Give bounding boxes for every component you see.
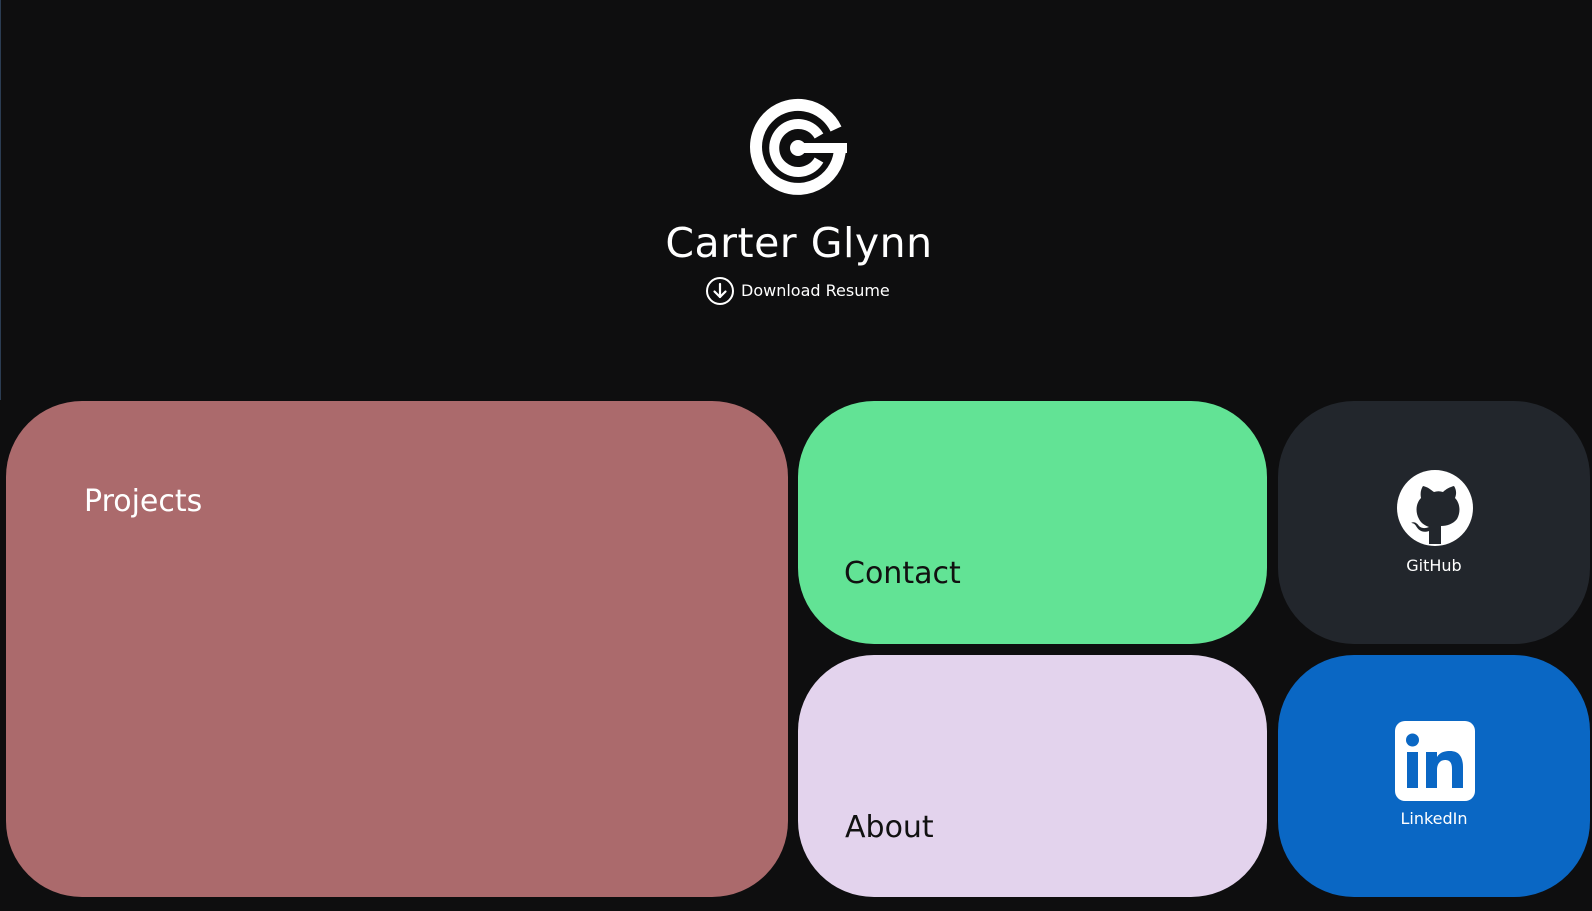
projects-label: Projects	[84, 484, 203, 519]
about-label: About	[845, 810, 934, 845]
github-label: GitHub	[1406, 556, 1462, 575]
about-tile[interactable]: About	[798, 655, 1267, 897]
profile-header: Carter Glynn Download Resume	[0, 0, 1592, 330]
contact-tile[interactable]: Contact	[798, 401, 1267, 644]
cg-monogram-logo	[750, 98, 847, 195]
linkedin-label: LinkedIn	[1400, 809, 1468, 828]
portfolio-home-page: Carter Glynn Download Resume Projects Co…	[0, 0, 1592, 911]
download-resume-label: Download Resume	[741, 281, 890, 300]
download-resume-link[interactable]: Download Resume	[705, 276, 890, 306]
contact-label: Contact	[844, 556, 961, 591]
linkedin-tile[interactable]: LinkedIn	[1278, 655, 1590, 897]
github-icon	[1397, 470, 1473, 546]
github-tile[interactable]: GitHub	[1278, 401, 1590, 644]
download-circle-icon	[706, 277, 734, 305]
profile-name: Carter Glynn	[665, 219, 933, 267]
linkedin-icon	[1395, 721, 1475, 801]
projects-tile[interactable]: Projects	[6, 401, 788, 897]
